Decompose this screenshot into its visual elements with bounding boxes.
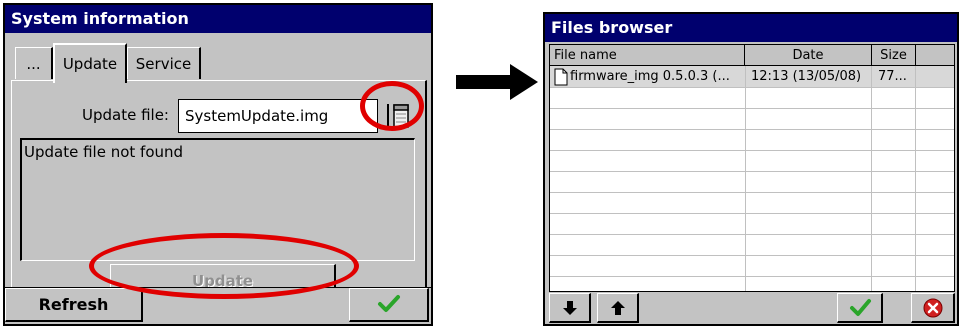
checkmark-icon [378,295,400,312]
move-down-button[interactable] [549,293,591,323]
files-table: File name Date Size firmware_img 0.5.0.3… [549,44,955,292]
tab-update[interactable]: Update [53,43,127,83]
cancel-icon [923,298,943,318]
move-up-button[interactable] [597,293,639,323]
cancel-button[interactable] [911,293,955,323]
grid-line [550,171,954,172]
system-bottom-bar: Refresh [5,287,431,324]
grid-line [550,234,954,235]
system-information-title: System information [5,5,431,33]
file-name: firmware_img 0.5.0.3 (... [570,69,730,84]
files-bottom-bar [549,293,955,323]
grid-line [550,213,954,214]
ok-button[interactable] [349,288,429,322]
file-icon [554,66,570,87]
confirm-button[interactable] [837,293,883,323]
grid-line [550,129,954,130]
files-browser-window: Files browser File name Date Size firmwa… [543,12,959,326]
grid-line [550,276,954,277]
file-date: 12:13 (13/05/08) [751,69,862,84]
update-file-field[interactable]: SystemUpdate.img [178,99,378,133]
file-size: 77... [878,69,907,84]
refresh-button[interactable]: Refresh [5,288,143,322]
grid-line [871,66,872,291]
arrow-up-icon [611,301,625,315]
column-header-date[interactable]: Date [745,45,872,66]
status-message-box: Update file not found [20,138,415,261]
grid-line [915,66,916,291]
files-browser-title: Files browser [545,14,957,42]
update-tab-panel: Update file: SystemUpdate.img Update fil… [11,80,427,298]
grid-line [550,150,954,151]
arrow-down-icon [563,301,577,315]
grid-line [550,108,954,109]
system-information-window: System information ... Update Service Up… [3,3,433,326]
checkmark-icon [850,299,871,316]
grid-line [550,192,954,193]
arrow-right-icon [456,64,538,100]
column-header-filler [916,45,954,66]
tab-service[interactable]: Service [127,47,201,79]
table-row[interactable]: firmware_img 0.5.0.3 (... 12:13 (13/05/0… [550,66,954,87]
file-browse-icon [387,104,409,128]
grid-line [745,66,746,291]
column-header-size[interactable]: Size [872,45,916,66]
tab-more[interactable]: ... [15,47,53,79]
update-file-label: Update file: [82,106,169,124]
file-browse-button[interactable] [384,101,414,131]
grid-line [550,255,954,256]
grid-line [550,87,954,88]
status-message: Update file not found [24,143,184,161]
column-header-name[interactable]: File name [550,45,745,66]
